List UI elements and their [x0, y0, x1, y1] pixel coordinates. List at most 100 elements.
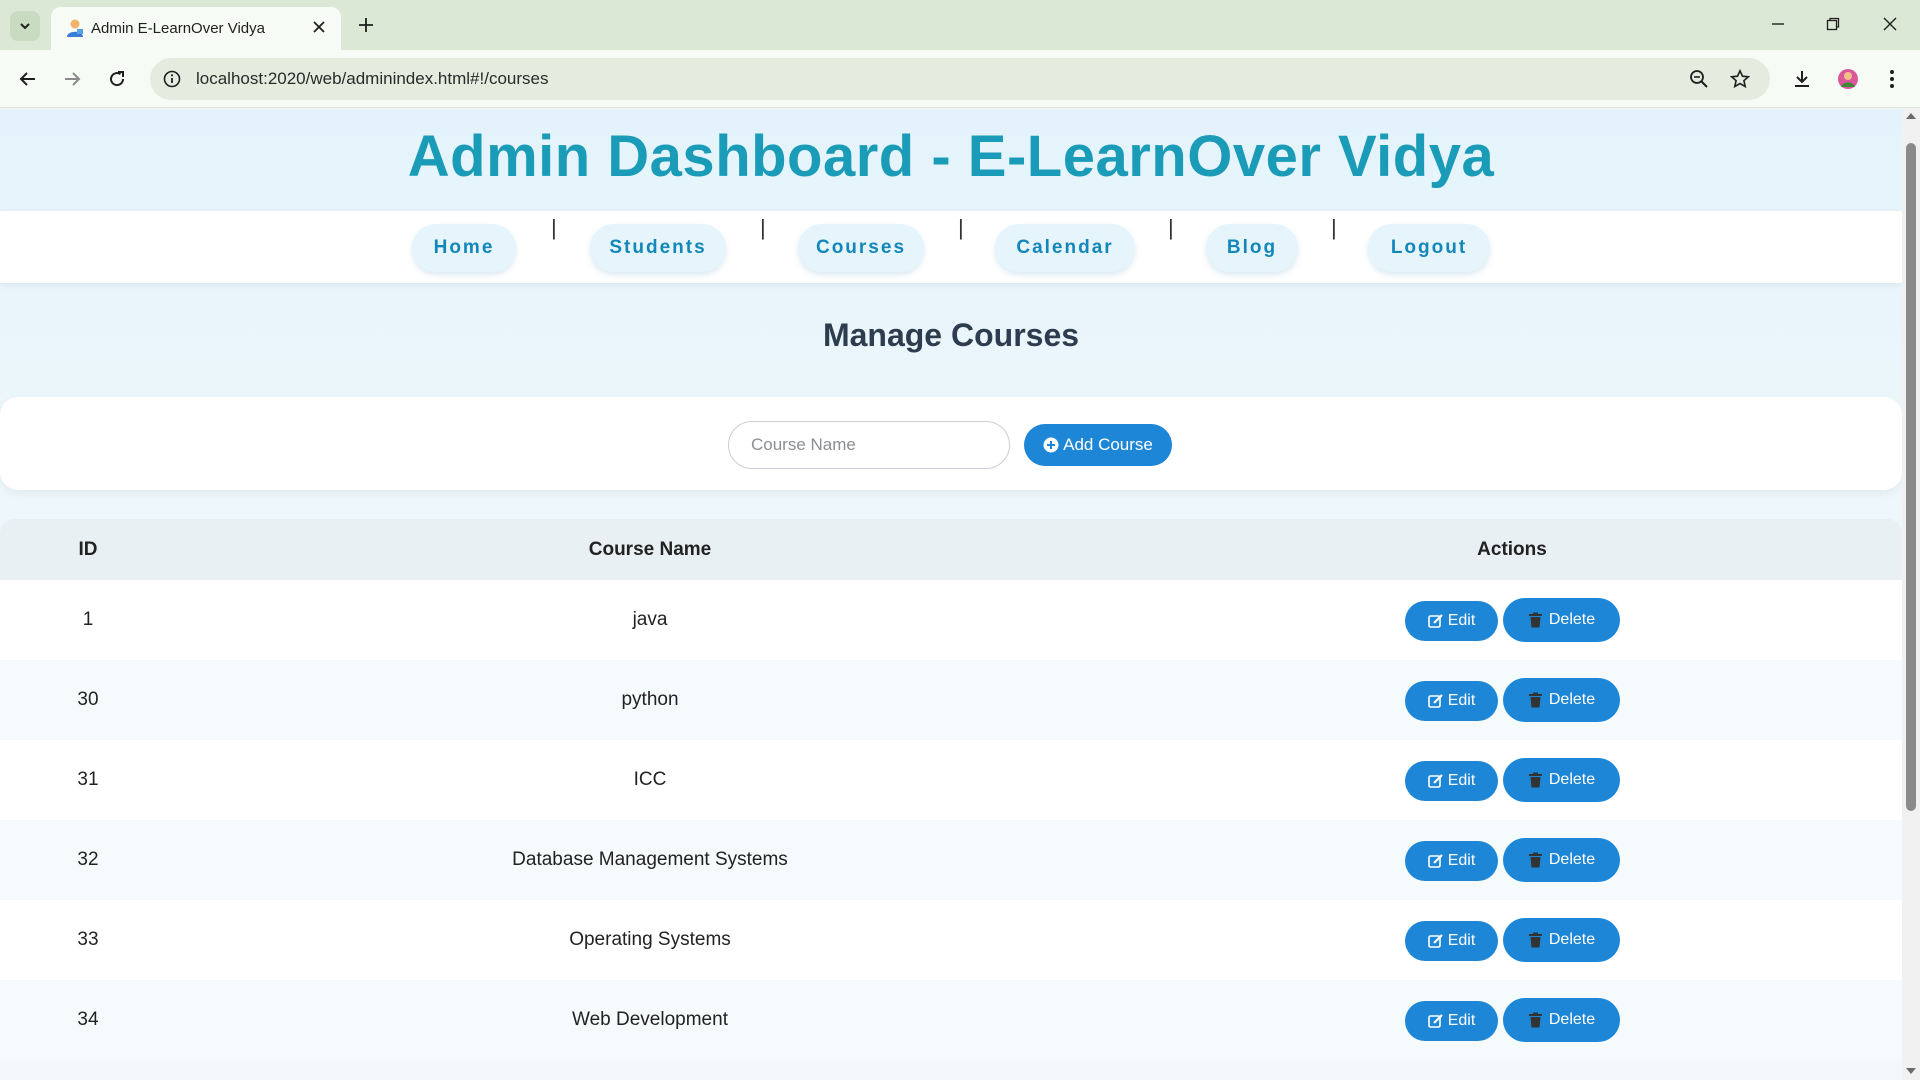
browser-tab-active[interactable]: Admin E-LearnOver Vidya — [51, 7, 341, 50]
edit-button[interactable]: Edit — [1405, 681, 1498, 721]
download-icon — [1795, 71, 1809, 87]
trash-icon — [1528, 772, 1542, 788]
close-icon — [313, 21, 325, 33]
nav-separator: | — [958, 215, 964, 240]
forward-arrow-icon — [65, 72, 81, 86]
nav-item-logout[interactable]: Logout — [1368, 224, 1490, 272]
edit-button[interactable]: Edit — [1405, 921, 1498, 961]
main-nav: Home | Students | Courses | Calendar | B… — [0, 211, 1902, 283]
forward-button[interactable] — [56, 63, 88, 95]
browser-tab-bar: Admin E-LearnOver Vidya — [0, 0, 1920, 50]
nav-separator: | — [760, 215, 766, 240]
browser-menu-button[interactable] — [1876, 63, 1908, 95]
edit-label: Edit — [1447, 612, 1476, 629]
trash-icon — [1528, 852, 1542, 868]
tab-close-button[interactable] — [307, 15, 331, 39]
table-header: ID Course Name Actions — [0, 519, 1902, 580]
add-course-button[interactable]: Add Course — [1024, 424, 1172, 466]
address-bar[interactable]: localhost:2020/web/adminindex.html#!/cou… — [150, 58, 1770, 100]
delete-label: Delete — [1548, 771, 1596, 788]
page-scrollbar[interactable] — [1902, 109, 1920, 1080]
downloads-button[interactable] — [1786, 63, 1818, 95]
edit-button[interactable]: Edit — [1405, 841, 1498, 881]
delete-label: Delete — [1548, 851, 1596, 868]
nav-item-blog[interactable]: Blog — [1206, 224, 1298, 272]
cell-id: 30 — [77, 689, 99, 710]
tab-search-button[interactable] — [10, 11, 40, 41]
delete-label: Delete — [1548, 931, 1596, 948]
trash-icon — [1528, 612, 1542, 628]
cell-course-name: python — [621, 689, 679, 710]
page-title: Admin Dashboard - E-LearnOver Vidya — [407, 124, 1495, 189]
edit-button[interactable]: Edit — [1405, 761, 1498, 801]
browser-toolbar: localhost:2020/web/adminindex.html#!/cou… — [0, 50, 1920, 108]
edit-icon — [1427, 934, 1443, 948]
site-info-button[interactable] — [160, 67, 184, 91]
cell-id: 1 — [82, 609, 94, 630]
delete-button[interactable]: Delete — [1503, 758, 1620, 802]
zoom-button[interactable] — [1687, 67, 1711, 91]
edit-label: Edit — [1447, 772, 1476, 789]
add-course-label: Add Course — [1063, 435, 1153, 454]
back-arrow-icon — [19, 72, 35, 86]
edit-button[interactable]: Edit — [1405, 1001, 1498, 1041]
trash-icon — [1528, 1012, 1542, 1028]
nav-separator: | — [1168, 215, 1174, 240]
scroll-down-arrow[interactable] — [1906, 1068, 1916, 1074]
delete-button[interactable]: Delete — [1503, 918, 1620, 962]
cell-course-name: Operating Systems — [569, 929, 731, 950]
add-course-form: Add Course — [0, 397, 1902, 490]
table-row: 34 Web Development Edit Delete — [0, 980, 1902, 1060]
close-icon — [1883, 17, 1897, 31]
trash-icon — [1528, 932, 1542, 948]
reload-button[interactable] — [101, 63, 133, 95]
nav-item-calendar[interactable]: Calendar — [995, 224, 1135, 272]
bookmark-button[interactable] — [1728, 67, 1752, 91]
delete-label: Delete — [1548, 1011, 1596, 1028]
delete-label: Delete — [1548, 691, 1596, 708]
cell-id: 34 — [77, 1009, 99, 1030]
column-header-course-name: Course Name — [588, 539, 712, 560]
chevron-down-icon — [20, 23, 30, 30]
cell-course-name: java — [632, 609, 668, 630]
cell-course-name: Database Management Systems — [512, 849, 788, 870]
plus-icon — [359, 18, 373, 32]
table-row: 32 Database Management Systems Edit Dele… — [0, 820, 1902, 900]
edit-icon — [1427, 694, 1443, 708]
section-title: Manage Courses — [822, 317, 1080, 353]
page-viewport: Admin Dashboard - E-LearnOver Vidya Home… — [0, 109, 1902, 1080]
scroll-up-arrow[interactable] — [1906, 113, 1916, 119]
table-row: 31 ICC Edit Delete — [0, 740, 1902, 820]
minimize-button[interactable] — [1758, 8, 1798, 40]
cell-id: 32 — [77, 849, 99, 870]
edit-button[interactable]: Edit — [1405, 601, 1498, 641]
course-name-input[interactable] — [728, 421, 1010, 469]
restore-icon — [1826, 17, 1840, 31]
back-button[interactable] — [12, 63, 44, 95]
nav-item-students[interactable]: Students — [590, 224, 726, 272]
profile-button[interactable] — [1832, 63, 1864, 95]
cell-course-name: ICC — [633, 769, 667, 790]
edit-label: Edit — [1447, 1012, 1476, 1029]
delete-button[interactable]: Delete — [1503, 598, 1620, 642]
delete-label: Delete — [1548, 611, 1596, 628]
delete-button[interactable]: Delete — [1503, 838, 1620, 882]
column-header-id: ID — [78, 539, 98, 560]
edit-label: Edit — [1447, 692, 1476, 709]
edit-icon — [1427, 1014, 1443, 1028]
nav-item-home[interactable]: Home — [412, 224, 516, 272]
kebab-menu-icon — [1890, 70, 1894, 88]
close-window-button[interactable] — [1870, 8, 1910, 40]
favicon-icon — [67, 19, 83, 37]
restore-button[interactable] — [1813, 8, 1853, 40]
cell-course-name: Web Development — [572, 1009, 728, 1030]
scroll-thumb[interactable] — [1906, 143, 1916, 811]
delete-button[interactable]: Delete — [1503, 998, 1620, 1042]
new-tab-button[interactable] — [352, 11, 380, 39]
column-header-actions: Actions — [1477, 539, 1547, 560]
table-row: 30 python Edit Delete — [0, 660, 1902, 740]
delete-button[interactable]: Delete — [1503, 678, 1620, 722]
nav-item-courses[interactable]: Courses — [798, 224, 924, 272]
edit-label: Edit — [1447, 852, 1476, 869]
trash-icon — [1528, 692, 1542, 708]
